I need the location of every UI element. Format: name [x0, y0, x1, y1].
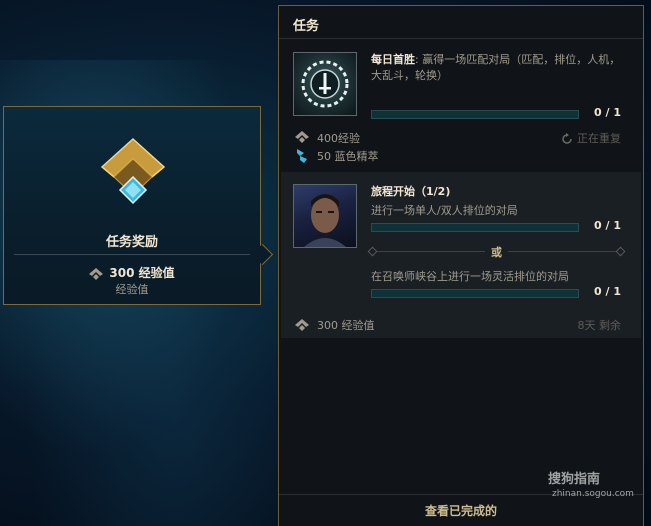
first-win-title: 每日首胜: 赢得一场匹配对局（匹配，排位，人机，大乱斗，轮换） — [371, 52, 627, 84]
view-completed-button[interactable]: 查看已完成的 — [279, 502, 643, 519]
reward-emblem-icon — [100, 137, 166, 205]
watermark: 搜狗指南 zhinan.sogou.com — [548, 468, 634, 499]
first-win-name: 每日首胜 — [371, 53, 415, 66]
journey-title: 旅程开始（1/2) — [371, 185, 451, 198]
reward-xp: 300 经验值 — [4, 264, 260, 281]
sword-emblem-icon — [301, 60, 349, 108]
reward-xp-label: 经验值 — [115, 283, 149, 296]
repeat-icon — [562, 133, 572, 144]
first-win-reward-essence: 50 蓝色精萃 — [317, 150, 379, 163]
watermark-url: zhinan.sogou.com — [552, 489, 634, 499]
or-separator-diamond-left — [367, 246, 378, 257]
first-win-reward-xp: 400经验 — [317, 132, 360, 145]
reward-title: 任务奖励 — [105, 235, 158, 250]
reward-card: 任务奖励 300 经验值 经验值 — [3, 106, 274, 305]
journey-objective-1: 进行一场单人/双人排位的对局 — [371, 204, 518, 217]
panel-title-divider — [279, 38, 643, 39]
journey-progress-bar-2 — [371, 289, 579, 298]
repeat-status: 正在重复 — [561, 130, 621, 146]
journey-progress-label-1: 0 / 1 — [594, 219, 621, 232]
or-separator-diamond-right — [615, 246, 626, 257]
journey-progress-label-2: 0 / 1 — [594, 285, 621, 298]
xp-icon — [89, 267, 104, 280]
panel-title: 任务 — [293, 19, 320, 34]
journey-time-left: 8天 剩余 — [577, 319, 622, 332]
first-win-portrait — [293, 52, 357, 116]
mission-journey-start[interactable]: 旅程开始（1/2) 进行一场单人/双人排位的对局 0 / 1 或 在召唤师峡谷上… — [281, 172, 641, 338]
first-win-progress-label: 0 / 1 — [594, 106, 621, 119]
reward-divider — [14, 254, 250, 255]
reward-xp-value: 300 经验值 — [109, 266, 175, 280]
watermark-text: 搜狗指南 — [548, 472, 601, 487]
first-win-progress-bar — [371, 110, 579, 119]
journey-portrait — [293, 184, 357, 248]
or-separator-text: 或 — [485, 244, 508, 260]
mission-first-win[interactable]: 每日首胜: 赢得一场匹配对局（匹配，排位，人机，大乱斗，轮换） 0 / 1 40… — [281, 40, 641, 170]
journey-reward-xp: 300 经验值 — [317, 319, 375, 332]
journey-progress-bar-1 — [371, 223, 579, 232]
blue-essence-icon — [297, 149, 307, 163]
champion-portrait-icon — [304, 194, 346, 247]
xp-icon — [295, 319, 309, 331]
mission-panel: 任务 每日首胜: 赢得一场匹配对局（匹配，排位，人机，大乱斗，轮换） 0 / 1… — [278, 5, 644, 526]
repeat-status-text: 正在重复 — [577, 132, 621, 145]
journey-objective-2: 在召唤师峡谷上进行一场灵活排位的对局 — [371, 270, 569, 283]
xp-icon — [295, 131, 309, 143]
